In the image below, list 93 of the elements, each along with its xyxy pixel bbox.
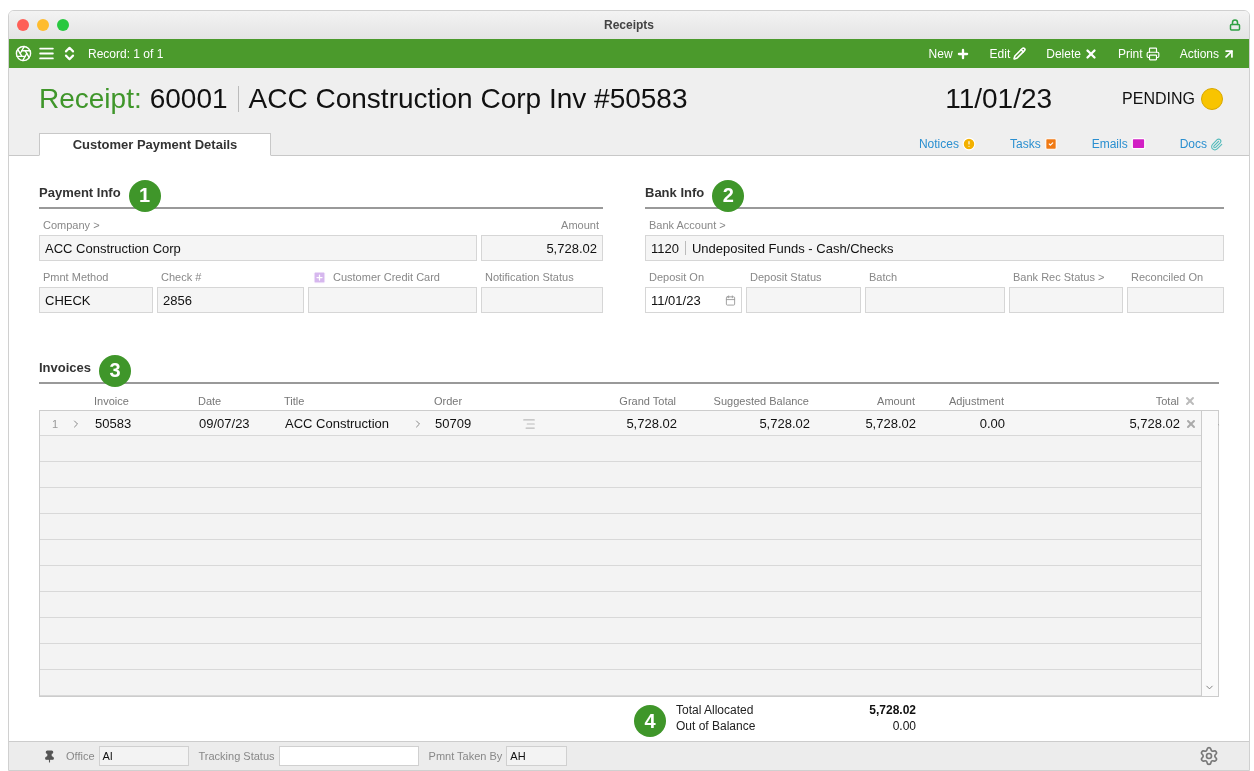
status-icon [1201,88,1223,110]
total-label: Total Allocated [676,703,755,717]
checkbox-icon [1043,137,1058,151]
field-label: Pmnt Method [43,270,110,284]
footer-label: Tracking Status [198,750,275,762]
input-field[interactable]: 1120 Undeposited Funds - Cash/Checks [645,235,1224,261]
column-header: Order [433,395,464,407]
table-cell-text: ACC Construction [284,416,391,431]
close-window-button[interactable] [17,19,29,31]
table-cell-text: 50709 [434,416,473,431]
field-label: Company > [43,218,101,232]
tab[interactable]: Customer Payment Details [39,133,271,156]
field-label: Notification Status [485,270,575,284]
window-title: Receipts [604,18,654,32]
input-field[interactable]: CHECK [39,287,153,313]
pencil-icon [1013,47,1027,60]
column-header: Total [1154,395,1180,407]
total-value: 5,728.02 [868,703,916,717]
field-label: Amount [560,218,599,232]
printer-icon [1145,46,1160,61]
input-field[interactable] [865,287,1005,313]
column-header: Suggested Balance [712,395,810,407]
input-field[interactable] [481,287,603,313]
footer-label: Office [66,750,95,762]
toolbar-button[interactable]: Delete [1039,46,1105,61]
paperclip-icon [1210,137,1223,151]
close-icon [1083,46,1098,61]
footer-field[interactable]: AH [506,746,568,766]
record-title: ACC Construction Corp Inv #50583 [248,83,688,115]
footer-label: Pmnt Taken By [428,750,503,762]
calendar-icon[interactable] [725,294,736,306]
section-title: Invoices [39,360,92,375]
record-date: 11/01/23 [945,83,1053,115]
table-cell-text: 5,728.02 [1128,416,1181,431]
field-label: Reconciled On [1131,270,1205,284]
column-header: Title [283,395,306,407]
field-label: Bank Account > [649,218,727,232]
settings-icon[interactable] [1199,746,1219,766]
field-label: Batch [869,270,899,284]
table-cell-text: 5,728.02 [758,416,811,431]
step-badge: 2 [712,179,745,212]
add-card-icon[interactable] [312,269,327,285]
table-cell-text: 0.00 [978,416,1006,431]
column-header: Date [197,395,223,407]
record-type: Receipt: [39,83,142,115]
status-label: PENDING [1122,90,1195,108]
toolbar-button[interactable]: Actions [1172,46,1243,61]
step-badge: 1 [128,179,161,212]
table-cell-text: 50583 [94,416,133,431]
total-label: Out of Balance [676,719,757,733]
toolbar-button[interactable]: New [921,46,977,61]
input-field[interactable] [1009,287,1123,313]
input-field[interactable] [1127,287,1224,313]
step-badge: 4 [634,705,666,737]
column-header: Amount [876,395,916,407]
table-cell-text: 5,728.02 [864,416,917,431]
lines-icon[interactable] [522,416,536,431]
zoom-window-button[interactable] [57,19,69,31]
column-header: Adjustment [947,395,1005,407]
field-label: Deposit Status [750,270,823,284]
record-counter: Record: 1 of 1 [88,46,164,61]
column-header: Invoice [93,395,130,407]
field-label: Check # [161,270,203,284]
pin-icon[interactable] [43,749,56,763]
section-title: Payment Info [39,185,121,200]
table-cell-text: 5,728.02 [625,416,678,431]
footer-field[interactable] [278,746,419,766]
footer-field[interactable]: AI [98,746,189,766]
input-field[interactable]: ACC Construction Corp [39,235,477,261]
field-label: Deposit On [649,270,706,284]
field-label: Bank Rec Status > [1013,270,1106,284]
row-number: 1 [50,417,60,430]
alert-icon [961,137,976,151]
date-field[interactable]: 11/01/23 [645,287,742,313]
record-number: 60001 [149,83,228,115]
column-header: Grand Total [618,395,677,407]
input-field[interactable] [308,287,477,313]
input-field[interactable]: 5,728.02 [481,235,603,261]
toolbar-button[interactable]: Edit [982,46,1034,61]
section-title: Bank Info [645,185,705,200]
plus-icon [955,46,970,61]
total-value: 0.00 [891,719,916,733]
table-cell-text: 09/07/23 [198,416,251,431]
lock-icon [1229,19,1241,31]
minimize-window-button[interactable] [37,19,49,31]
input-field[interactable]: 2856 [157,287,304,313]
step-badge: 3 [99,354,132,387]
remove-icon[interactable] [1184,395,1196,407]
toolbar-button[interactable]: Print [1110,46,1167,61]
remove-icon[interactable] [1185,417,1197,430]
input-field[interactable] [746,287,861,313]
list-icon[interactable] [38,45,55,62]
field-label: Customer Credit Card [333,271,440,283]
